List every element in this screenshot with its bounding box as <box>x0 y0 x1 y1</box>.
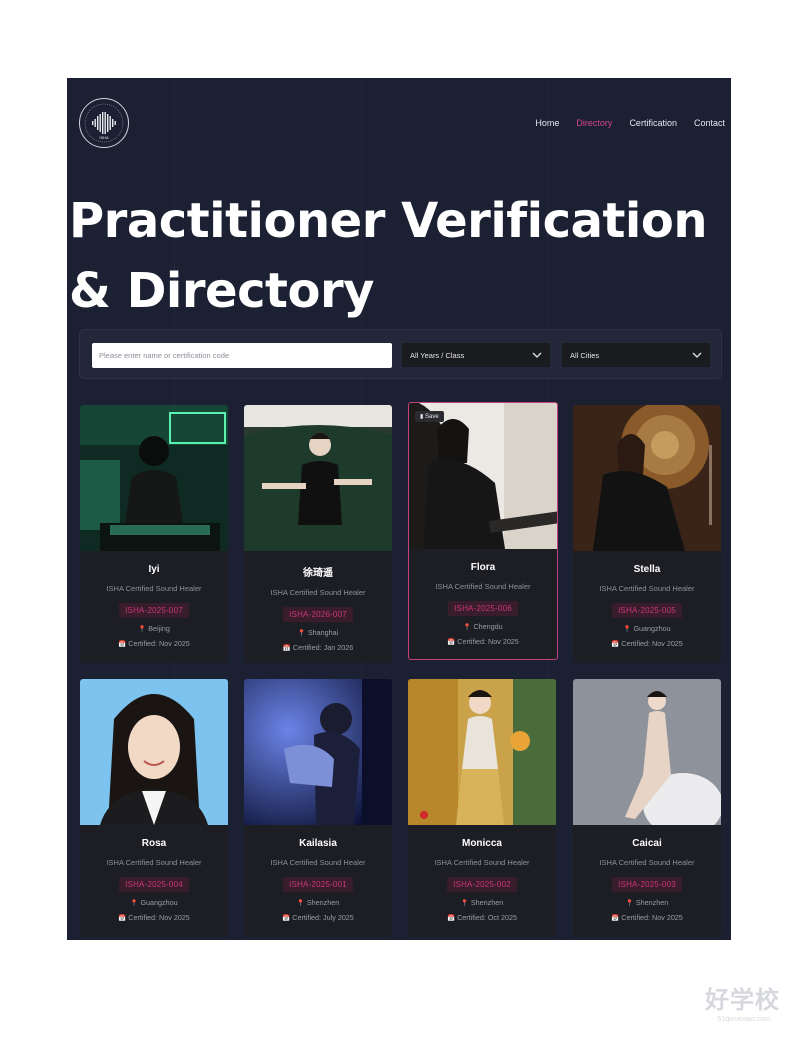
practitioner-photo <box>80 679 228 825</box>
page-title-line-2: & Directory <box>69 263 374 319</box>
practitioner-title: ISHA Certified Sound Healer <box>270 858 366 867</box>
location-pin-icon: 📍 <box>138 626 147 633</box>
practitioner-card-monicca[interactable]: Monicca ISHA Certified Sound Healer ISHA… <box>408 679 556 937</box>
practitioner-photo <box>80 405 228 551</box>
practitioner-title: ISHA Certified Sound Healer <box>106 584 202 593</box>
certified-date: Certified: Nov 2025 <box>457 637 519 646</box>
calendar-icon: 📅 <box>611 915 620 922</box>
practitioner-card-kailasia[interactable]: Kailasia ISHA Certified Sound Healer ISH… <box>244 679 392 937</box>
certification-code: ISHA-2025-007 <box>119 603 189 618</box>
sound-wave-logo-icon: ISHA <box>84 103 124 143</box>
certification-code: ISHA-2025-005 <box>612 603 682 618</box>
certification-code: ISHA-2025-001 <box>283 877 353 892</box>
certification-code: ISHA-2025-003 <box>612 877 682 892</box>
top-nav: Home Directory Certification Contact <box>535 118 725 128</box>
save-label: Save <box>424 414 439 420</box>
certified-date: Certified: Jan 2026 <box>292 643 354 652</box>
certified-date: Certified: Nov 2025 <box>128 913 190 922</box>
certified-date: Certified: Oct 2025 <box>457 913 518 922</box>
certification-code: ISHA-2026-007 <box>283 607 353 622</box>
city-select[interactable]: All Cities <box>562 343 710 367</box>
practitioner-city: Shenzhen <box>635 898 669 907</box>
practitioner-title: ISHA Certified Sound Healer <box>270 588 366 597</box>
practitioner-card-xu[interactable]: 徐琦遥 ISHA Certified Sound Healer ISHA-202… <box>244 405 392 663</box>
year-class-select-value: All Years / Class <box>410 350 465 360</box>
practitioner-card-iyi[interactable]: Iyi ISHA Certified Sound Healer ISHA-202… <box>80 405 228 663</box>
practitioner-name: Kailasia <box>299 838 337 849</box>
certified-date: Certified: Nov 2025 <box>128 639 190 648</box>
practitioner-name: Caicai <box>632 838 662 849</box>
practitioner-title: ISHA Certified Sound Healer <box>434 858 530 867</box>
certification-code: ISHA-2025-006 <box>448 601 518 616</box>
practitioner-photo: ▮ Save <box>409 403 557 549</box>
practitioner-card-stella[interactable]: Stella ISHA Certified Sound Healer ISHA-… <box>573 405 721 663</box>
certification-code: ISHA-2025-002 <box>447 877 517 892</box>
calendar-icon: 📅 <box>118 915 127 922</box>
calendar-icon: 📅 <box>282 645 291 652</box>
certified-date: Certified: July 2025 <box>292 913 354 922</box>
practitioner-photo <box>573 679 721 837</box>
practitioner-photo <box>573 405 721 551</box>
location-pin-icon: 📍 <box>463 624 472 631</box>
year-class-select[interactable]: All Years / Class <box>402 343 550 367</box>
practitioner-name: Iyi <box>148 564 160 575</box>
certified-date: Certified: Nov 2025 <box>621 639 683 648</box>
calendar-icon: 📅 <box>611 641 620 648</box>
nav-contact[interactable]: Contact <box>694 118 725 128</box>
search-input[interactable] <box>92 343 392 368</box>
practitioner-city: Chengdu <box>473 622 503 631</box>
calendar-icon: 📅 <box>447 639 456 646</box>
practitioner-photo <box>244 679 392 825</box>
calendar-icon: 📅 <box>446 915 456 922</box>
location-pin-icon: 📍 <box>297 630 306 637</box>
practitioner-city: Beijing <box>148 624 170 633</box>
practitioner-title: ISHA Certified Sound Healer <box>599 858 695 867</box>
practitioner-name: Monicca <box>461 838 502 849</box>
practitioner-city: Shenzhen <box>306 898 340 907</box>
directory-page: ISHA Home Directory Certification Contac… <box>67 78 731 940</box>
watermark-logo: 好学校 <box>705 987 780 1014</box>
practitioner-city: Guangzhou <box>140 898 178 907</box>
practitioner-card-flora[interactable]: ▮ Save Flora ISHA Certified Sound Healer… <box>408 402 558 660</box>
nav-home[interactable]: Home <box>535 118 559 128</box>
chevron-down-icon <box>692 352 702 358</box>
filter-bar: All Years / Class All Cities <box>79 329 722 379</box>
practitioner-name: Stella <box>633 564 661 575</box>
practitioner-city: Shenzhen <box>470 898 504 907</box>
practitioner-title: ISHA Certified Sound Healer <box>435 582 531 591</box>
practitioner-city: Shanghai <box>307 628 339 637</box>
location-pin-icon: 📍 <box>623 626 632 633</box>
page-title: Practitioner Verification & Directory <box>69 186 729 326</box>
practitioner-city: Guangzhou <box>633 624 671 633</box>
page-title-line-1: Practitioner Verification <box>69 193 708 249</box>
city-select-value: All Cities <box>570 350 600 360</box>
location-pin-icon: 📍 <box>130 900 139 907</box>
certification-code: ISHA-2025-004 <box>119 877 189 892</box>
location-pin-icon: 📍 <box>296 900 305 907</box>
practitioner-name: Rosa <box>141 838 167 849</box>
practitioner-card-rosa[interactable]: Rosa ISHA Certified Sound Healer ISHA-20… <box>80 679 228 937</box>
location-pin-icon: 📍 <box>625 900 634 907</box>
calendar-icon: 📅 <box>118 641 127 648</box>
nav-certification[interactable]: Certification <box>629 118 677 128</box>
chevron-down-icon <box>532 352 542 358</box>
isha-logo[interactable]: ISHA <box>79 98 129 148</box>
location-pin-icon: 📍 <box>460 900 469 907</box>
practitioner-photo <box>244 405 392 551</box>
practitioner-name: Flora <box>470 562 496 573</box>
nav-directory[interactable]: Directory <box>576 118 612 128</box>
watermark-url: 51qixuexiao.com <box>717 1016 770 1023</box>
bookmark-icon: ▮ <box>420 414 424 420</box>
certified-date: Certified: Nov 2025 <box>621 913 683 922</box>
practitioner-title: ISHA Certified Sound Healer <box>599 584 695 593</box>
save-button[interactable]: ▮ Save <box>415 411 444 422</box>
practitioner-photo <box>408 679 556 825</box>
practitioner-name: 徐琦遥 <box>303 568 333 579</box>
calendar-icon: 📅 <box>282 915 291 922</box>
practitioner-title: ISHA Certified Sound Healer <box>106 858 202 867</box>
svg-text:ISHA: ISHA <box>99 135 109 140</box>
practitioner-card-caicai[interactable]: Caicai ISHA Certified Sound Healer ISHA-… <box>573 679 721 937</box>
